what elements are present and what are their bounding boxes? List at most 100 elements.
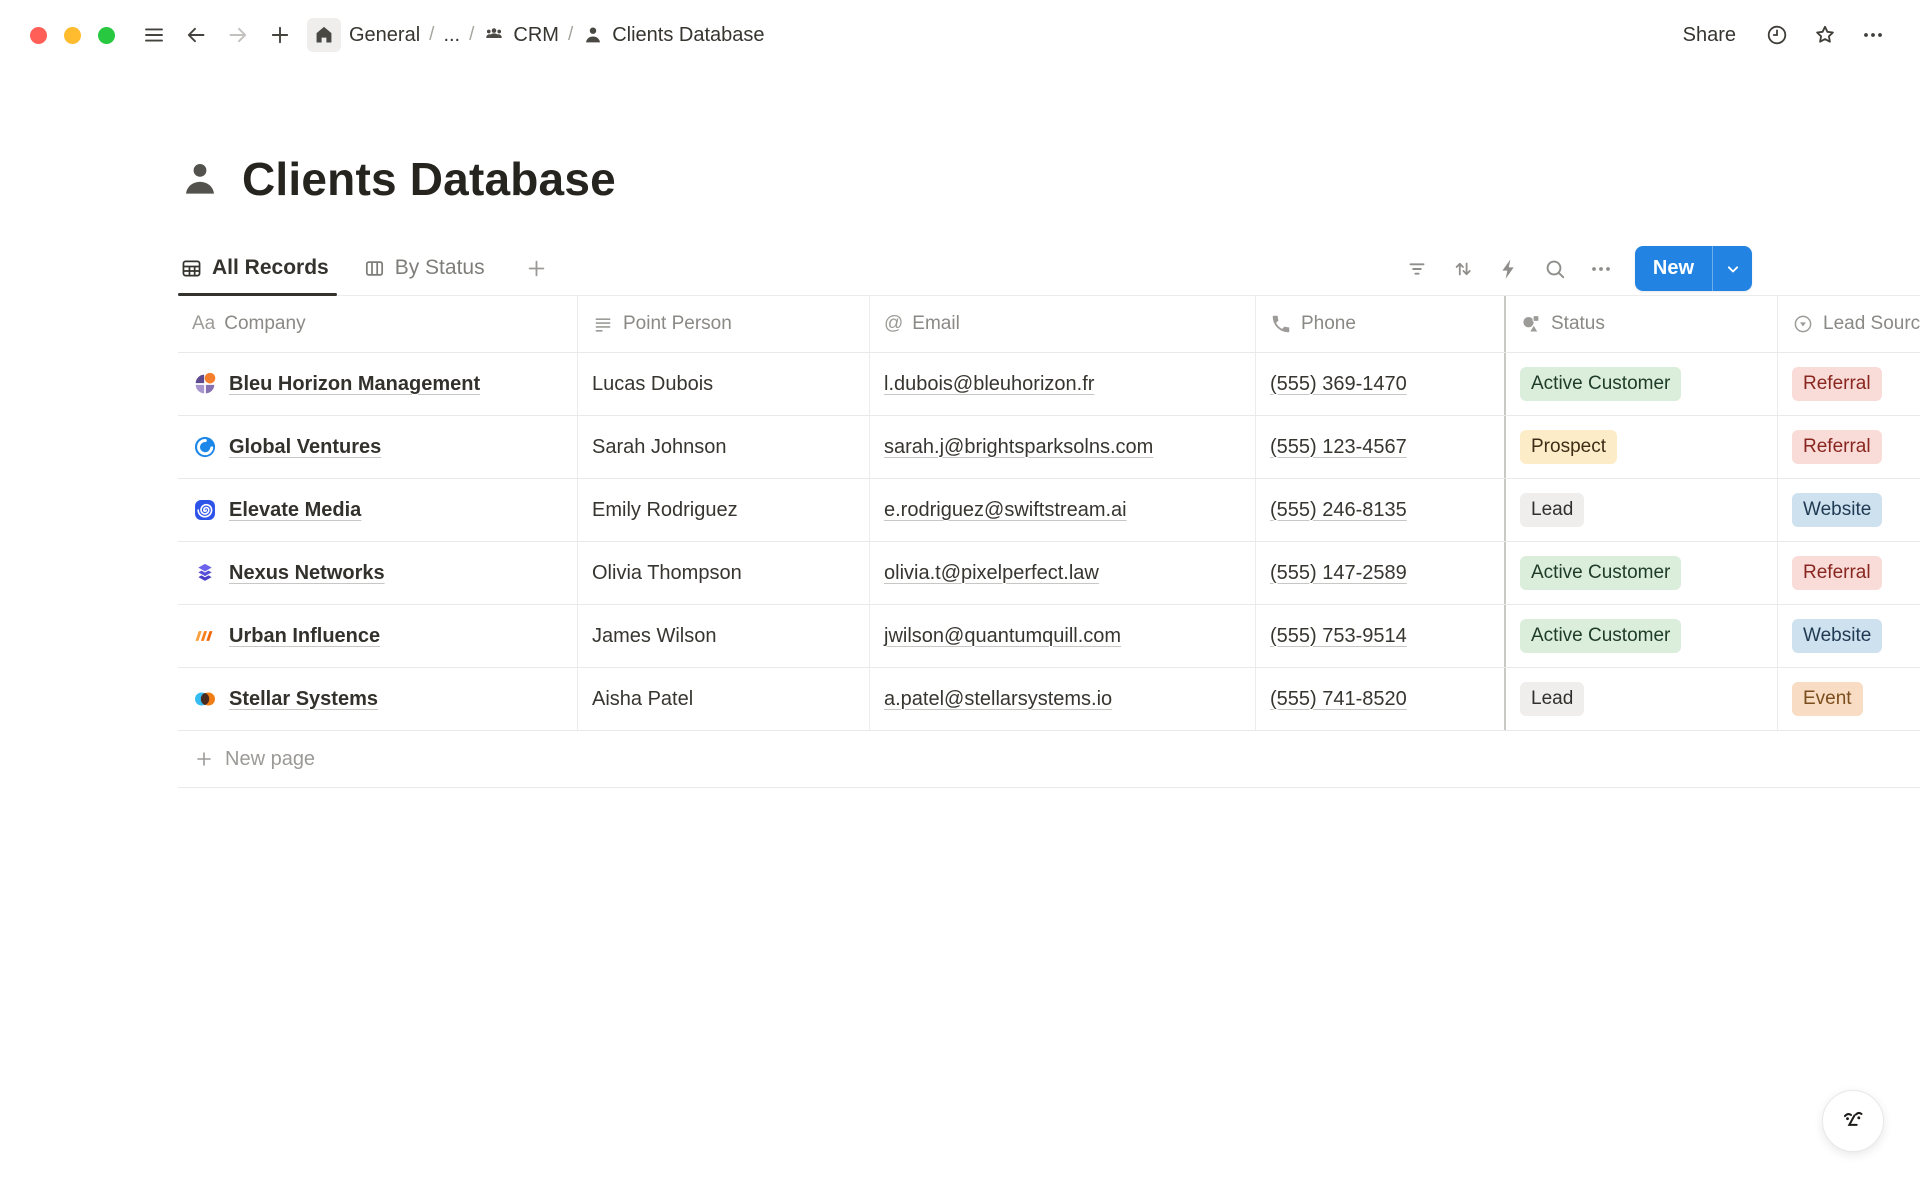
phone-link[interactable]: (555) 123-4567 bbox=[1270, 436, 1407, 459]
company-cell[interactable]: Elevate Media bbox=[178, 479, 578, 541]
sidebar-menu-button[interactable] bbox=[137, 18, 171, 52]
column-header-company[interactable]: AaCompany bbox=[178, 296, 578, 352]
phone-cell[interactable]: (555) 369-1470 bbox=[1256, 353, 1504, 415]
phone-link[interactable]: (555) 753-9514 bbox=[1270, 625, 1407, 648]
status-cell[interactable]: Active Customer bbox=[1504, 605, 1778, 667]
lead-source-cell[interactable]: Website bbox=[1778, 605, 1920, 667]
updates-button[interactable] bbox=[1760, 18, 1794, 52]
table-row[interactable]: Urban Influence James Wilson jwilson@qua… bbox=[178, 605, 1920, 668]
breadcrumb-item[interactable]: CRM bbox=[483, 24, 559, 47]
lead-source-cell[interactable]: Referral bbox=[1778, 542, 1920, 604]
page-title[interactable]: Clients Database bbox=[242, 152, 616, 206]
share-button[interactable]: Share bbox=[1673, 18, 1746, 53]
company-cell[interactable]: Urban Influence bbox=[178, 605, 578, 667]
company-logo-icon bbox=[192, 434, 218, 460]
automations-button[interactable] bbox=[1491, 251, 1527, 287]
breadcrumb-item[interactable]: General bbox=[307, 18, 420, 52]
company-link[interactable]: Urban Influence bbox=[229, 625, 380, 648]
new-record-button[interactable]: New bbox=[1635, 246, 1712, 291]
column-header-email[interactable]: @Email bbox=[870, 296, 1256, 352]
phone-cell[interactable]: (555) 123-4567 bbox=[1256, 416, 1504, 478]
column-header-phone[interactable]: Phone bbox=[1256, 296, 1504, 352]
zoom-window-button[interactable] bbox=[98, 27, 115, 44]
status-cell[interactable]: Active Customer bbox=[1504, 542, 1778, 604]
point-person-cell[interactable]: Olivia Thompson bbox=[578, 542, 870, 604]
phone-cell[interactable]: (555) 753-9514 bbox=[1256, 605, 1504, 667]
add-view-button[interactable] bbox=[517, 240, 556, 296]
status-cell[interactable]: Lead bbox=[1504, 479, 1778, 541]
column-header-point-person[interactable]: Point Person bbox=[578, 296, 870, 352]
phone-cell[interactable]: (555) 741-8520 bbox=[1256, 668, 1504, 730]
star-icon bbox=[1813, 23, 1837, 47]
email-link[interactable]: l.dubois@bleuhorizon.fr bbox=[884, 373, 1094, 396]
favorite-button[interactable] bbox=[1808, 18, 1842, 52]
point-person-cell[interactable]: Emily Rodriguez bbox=[578, 479, 870, 541]
lead-source-cell[interactable]: Website bbox=[1778, 479, 1920, 541]
search-button[interactable] bbox=[1537, 251, 1573, 287]
email-cell[interactable]: olivia.t@pixelperfect.law bbox=[870, 542, 1256, 604]
company-cell[interactable]: Global Ventures bbox=[178, 416, 578, 478]
table-row[interactable]: Global Ventures Sarah Johnson sarah.j@br… bbox=[178, 416, 1920, 479]
company-cell[interactable]: Nexus Networks bbox=[178, 542, 578, 604]
email-cell[interactable]: a.patel@stellarsystems.io bbox=[870, 668, 1256, 730]
status-cell[interactable]: Lead bbox=[1504, 668, 1778, 730]
point-person-cell[interactable]: Aisha Patel bbox=[578, 668, 870, 730]
filter-button[interactable] bbox=[1399, 251, 1435, 287]
phone-link[interactable]: (555) 741-8520 bbox=[1270, 688, 1407, 711]
tab-all-records[interactable]: All Records bbox=[178, 240, 343, 296]
tab-by-status[interactable]: By Status bbox=[361, 240, 499, 296]
email-cell[interactable]: jwilson@quantumquill.com bbox=[870, 605, 1256, 667]
sort-button[interactable] bbox=[1445, 251, 1481, 287]
email-link[interactable]: e.rodriguez@swiftstream.ai bbox=[884, 499, 1127, 522]
email-cell[interactable]: sarah.j@brightsparksolns.com bbox=[870, 416, 1256, 478]
new-record-dropdown-button[interactable] bbox=[1712, 246, 1752, 291]
table-row[interactable]: Elevate Media Emily Rodriguez e.rodrigue… bbox=[178, 479, 1920, 542]
close-window-button[interactable] bbox=[30, 27, 47, 44]
email-link[interactable]: olivia.t@pixelperfect.law bbox=[884, 562, 1099, 585]
breadcrumb-item[interactable]: Clients Database bbox=[582, 24, 764, 47]
company-cell[interactable]: Stellar Systems bbox=[178, 668, 578, 730]
phone-link[interactable]: (555) 246-8135 bbox=[1270, 499, 1407, 522]
company-link[interactable]: Stellar Systems bbox=[229, 688, 378, 711]
company-link[interactable]: Global Ventures bbox=[229, 436, 381, 459]
company-link[interactable]: Elevate Media bbox=[229, 499, 361, 522]
email-cell[interactable]: e.rodriguez@swiftstream.ai bbox=[870, 479, 1256, 541]
view-options-button[interactable] bbox=[1583, 251, 1619, 287]
point-person-cell[interactable]: Sarah Johnson bbox=[578, 416, 870, 478]
forward-button[interactable] bbox=[221, 18, 255, 52]
company-cell[interactable]: Bleu Horizon Management bbox=[178, 353, 578, 415]
title-property-icon: Aa bbox=[192, 313, 215, 335]
lead-source-cell[interactable]: Event bbox=[1778, 668, 1920, 730]
email-link[interactable]: a.patel@stellarsystems.io bbox=[884, 688, 1112, 711]
minimize-window-button[interactable] bbox=[64, 27, 81, 44]
phone-cell[interactable]: (555) 147-2589 bbox=[1256, 542, 1504, 604]
new-tab-button[interactable] bbox=[263, 18, 297, 52]
company-link[interactable]: Nexus Networks bbox=[229, 562, 385, 585]
column-header-status[interactable]: Status bbox=[1504, 296, 1778, 352]
email-link[interactable]: jwilson@quantumquill.com bbox=[884, 625, 1121, 648]
email-link[interactable]: sarah.j@brightsparksolns.com bbox=[884, 436, 1153, 459]
status-cell[interactable]: Prospect bbox=[1504, 416, 1778, 478]
lead-source-cell[interactable]: Referral bbox=[1778, 353, 1920, 415]
breadcrumb-item[interactable]: ... bbox=[443, 24, 460, 47]
email-cell[interactable]: l.dubois@bleuhorizon.fr bbox=[870, 353, 1256, 415]
notion-ai-button[interactable] bbox=[1822, 1090, 1884, 1152]
lead-source-cell[interactable]: Referral bbox=[1778, 416, 1920, 478]
table-row[interactable]: Bleu Horizon Management Lucas Dubois l.d… bbox=[178, 353, 1920, 416]
person-page-icon[interactable] bbox=[178, 157, 222, 201]
new-page-row[interactable]: New page bbox=[178, 731, 1920, 788]
breadcrumb-label: Clients Database bbox=[612, 24, 764, 47]
back-button[interactable] bbox=[179, 18, 213, 52]
phone-link[interactable]: (555) 369-1470 bbox=[1270, 373, 1407, 396]
point-person-cell[interactable]: James Wilson bbox=[578, 605, 870, 667]
column-header-lead-source[interactable]: Lead Source bbox=[1778, 296, 1920, 352]
company-link[interactable]: Bleu Horizon Management bbox=[229, 373, 480, 396]
table-row[interactable]: Nexus Networks Olivia Thompson olivia.t@… bbox=[178, 542, 1920, 605]
phone-link[interactable]: (555) 147-2589 bbox=[1270, 562, 1407, 585]
point-person-value: Aisha Patel bbox=[592, 688, 693, 711]
more-options-button[interactable] bbox=[1856, 18, 1890, 52]
phone-cell[interactable]: (555) 246-8135 bbox=[1256, 479, 1504, 541]
status-cell[interactable]: Active Customer bbox=[1504, 353, 1778, 415]
table-row[interactable]: Stellar Systems Aisha Patel a.patel@stel… bbox=[178, 668, 1920, 731]
point-person-cell[interactable]: Lucas Dubois bbox=[578, 353, 870, 415]
